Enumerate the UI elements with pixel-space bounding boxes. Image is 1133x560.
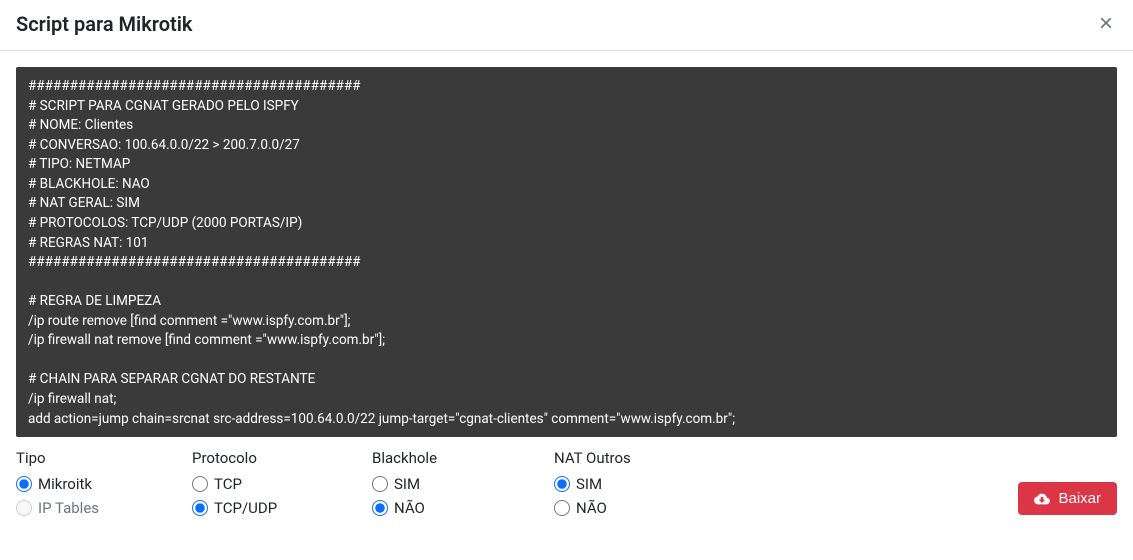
label-blackhole: Blackhole (372, 449, 482, 467)
radio-blackhole-nao[interactable]: NÃO (372, 499, 482, 517)
radio-tipo-mikrotik[interactable]: Mikroitk (16, 475, 136, 493)
radio-input-nat-nao[interactable] (554, 500, 570, 516)
radio-input-blackhole-nao[interactable] (372, 500, 388, 516)
group-tipo: Tipo Mikroitk IP Tables (16, 449, 136, 517)
radio-proto-tcp[interactable]: TCP (192, 475, 302, 493)
controls-row: Tipo Mikroitk IP Tables Protocolo TCP TC… (16, 449, 1117, 517)
radio-nat-sim[interactable]: SIM (554, 475, 664, 493)
radio-input-blackhole-sim[interactable] (372, 476, 388, 492)
label-nat-outros: NAT Outros (554, 449, 664, 467)
download-label: Baixar (1058, 490, 1101, 507)
radio-label: NÃO (576, 499, 607, 517)
close-button[interactable]: × (1095, 12, 1117, 36)
radio-input-proto-tcp[interactable] (192, 476, 208, 492)
label-protocolo: Protocolo (192, 449, 302, 467)
radio-input-nat-sim[interactable] (554, 476, 570, 492)
radio-input-tipo-mikrotik[interactable] (16, 476, 32, 492)
radio-input-proto-tcpudp[interactable] (192, 500, 208, 516)
group-nat-outros: NAT Outros SIM NÃO (554, 449, 664, 517)
script-output[interactable]: ########################################… (16, 67, 1117, 437)
modal-header: Script para Mikrotik × (0, 0, 1133, 51)
group-blackhole: Blackhole SIM NÃO (372, 449, 482, 517)
modal-title: Script para Mikrotik (16, 12, 193, 36)
radio-label: NÃO (394, 499, 425, 517)
radio-label: Mikroitk (38, 475, 92, 493)
group-protocolo: Protocolo TCP TCP/UDP (192, 449, 302, 517)
radio-label: SIM (394, 475, 420, 493)
close-icon: × (1099, 10, 1113, 37)
radio-input-tipo-iptables (16, 500, 32, 516)
radio-label: TCP (214, 475, 242, 493)
modal-body: ########################################… (0, 51, 1133, 533)
radio-label: SIM (576, 475, 602, 493)
radio-label: TCP/UDP (214, 499, 277, 517)
radio-tipo-iptables: IP Tables (16, 499, 136, 517)
radio-blackhole-sim[interactable]: SIM (372, 475, 482, 493)
radio-label: IP Tables (38, 499, 99, 517)
radio-proto-tcpudp[interactable]: TCP/UDP (192, 499, 302, 517)
cloud-download-icon (1034, 491, 1050, 507)
radio-nat-nao[interactable]: NÃO (554, 499, 664, 517)
download-button[interactable]: Baixar (1018, 482, 1117, 515)
label-tipo: Tipo (16, 449, 136, 467)
